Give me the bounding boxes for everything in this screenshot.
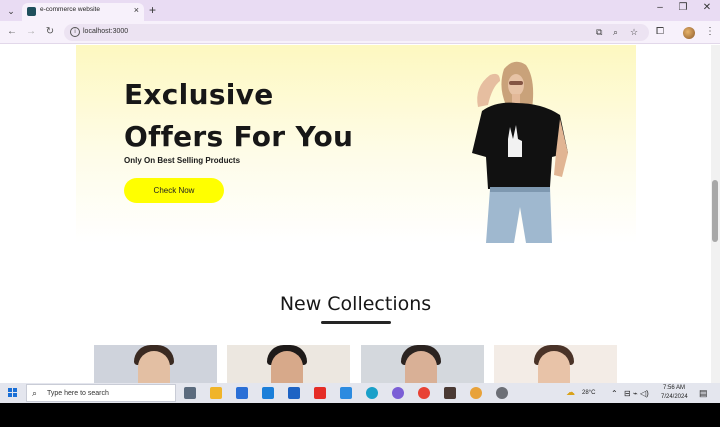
notifications-icon[interactable]: ▤ [699, 388, 708, 399]
restore-button[interactable]: ❐ [673, 2, 693, 13]
clock-time[interactable]: 7:56 AM [663, 385, 685, 391]
page-content: Exclusive Offers For You Only On Best Se… [0, 45, 711, 383]
chrome-icon[interactable] [418, 387, 430, 399]
product-card[interactable] [227, 345, 350, 383]
new-tab-button[interactable]: + [149, 3, 156, 17]
address-bar[interactable]: i localhost:3000 ⧉ ⌕ ☆ [64, 24, 649, 41]
favicon-icon [27, 7, 36, 16]
mail-icon[interactable] [288, 387, 300, 399]
windows-taskbar: ⌕ Type here to search ☁ 28°C ⌃ ⊟ ⌁ ◁) 7:… [0, 383, 720, 403]
extensions-icon[interactable]: ⧠ [656, 26, 664, 37]
tray-expand-icon[interactable]: ⌃ [611, 389, 618, 398]
weather-icon: ☁ [566, 387, 575, 397]
product-card[interactable] [94, 345, 217, 383]
browser-tab[interactable]: e-commerce website × [22, 3, 144, 21]
scrollbar-thumb[interactable] [712, 180, 718, 242]
vscode-icon[interactable] [340, 387, 352, 399]
close-window-button[interactable]: ✕ [697, 2, 717, 13]
taskbar-search-input[interactable]: ⌕ Type here to search [26, 384, 176, 402]
youtube-icon[interactable] [314, 387, 326, 399]
reload-icon[interactable]: ↻ [43, 26, 57, 37]
screen: ⌄ e-commerce website × + – ❐ ✕ ← → ↻ i l… [0, 0, 720, 403]
windows-start-icon[interactable] [8, 388, 18, 398]
tray-icons[interactable]: ⊟ ⌁ ◁) [624, 389, 649, 398]
back-arrow-icon[interactable]: ← [5, 26, 19, 37]
chrome-active-icon[interactable] [470, 387, 482, 399]
browser-tab-bar: ⌄ e-commerce website × + – ❐ ✕ [0, 0, 720, 21]
site-info-icon[interactable]: i [70, 27, 80, 37]
cast-icon[interactable]: ⧉ [596, 27, 602, 38]
file-explorer-icon[interactable] [210, 387, 222, 399]
collections-underline [321, 321, 391, 324]
clock-date[interactable]: 7/24/2024 [661, 394, 688, 400]
hero-banner: Exclusive Offers For You Only On Best Se… [76, 45, 636, 243]
temperature[interactable]: 28°C [582, 390, 595, 396]
app-icon[interactable] [392, 387, 404, 399]
hero-model-image [472, 61, 568, 243]
bookmark-star-icon[interactable]: ☆ [630, 27, 638, 38]
forward-arrow-icon[interactable]: → [24, 26, 38, 37]
store-icon[interactable] [236, 387, 248, 399]
app-icon[interactable] [262, 387, 274, 399]
minimize-button[interactable]: – [650, 2, 670, 13]
browser-toolbar: ← → ↻ i localhost:3000 ⧉ ⌕ ☆ ⧠ ⋮ [0, 21, 720, 44]
tab-close-icon[interactable]: × [134, 5, 139, 15]
hero-title: Exclusive Offers For You [124, 74, 353, 158]
hero-title-line1: Exclusive [124, 78, 274, 111]
product-card[interactable] [361, 345, 484, 383]
app-icon[interactable] [444, 387, 456, 399]
tab-title: e-commerce website [40, 6, 100, 13]
address-url[interactable]: localhost:3000 [83, 28, 128, 35]
menu-dots-icon[interactable]: ⋮ [705, 26, 715, 37]
profile-avatar[interactable] [683, 27, 695, 39]
edge-icon[interactable] [366, 387, 378, 399]
product-card[interactable] [494, 345, 617, 383]
search-icon: ⌕ [32, 388, 38, 398]
settings-gear-icon[interactable] [496, 387, 508, 399]
hero-title-line2: Offers For You [124, 120, 354, 153]
check-now-button[interactable]: Check Now [124, 178, 224, 203]
task-view-icon[interactable] [184, 387, 196, 399]
taskbar-search-placeholder: Type here to search [47, 390, 109, 397]
collections-title: New Collections [279, 293, 432, 315]
hero-subtitle: Only On Best Selling Products [124, 156, 241, 165]
tab-list-chevron-icon[interactable]: ⌄ [4, 4, 18, 18]
zoom-icon[interactable]: ⌕ [613, 27, 618, 38]
